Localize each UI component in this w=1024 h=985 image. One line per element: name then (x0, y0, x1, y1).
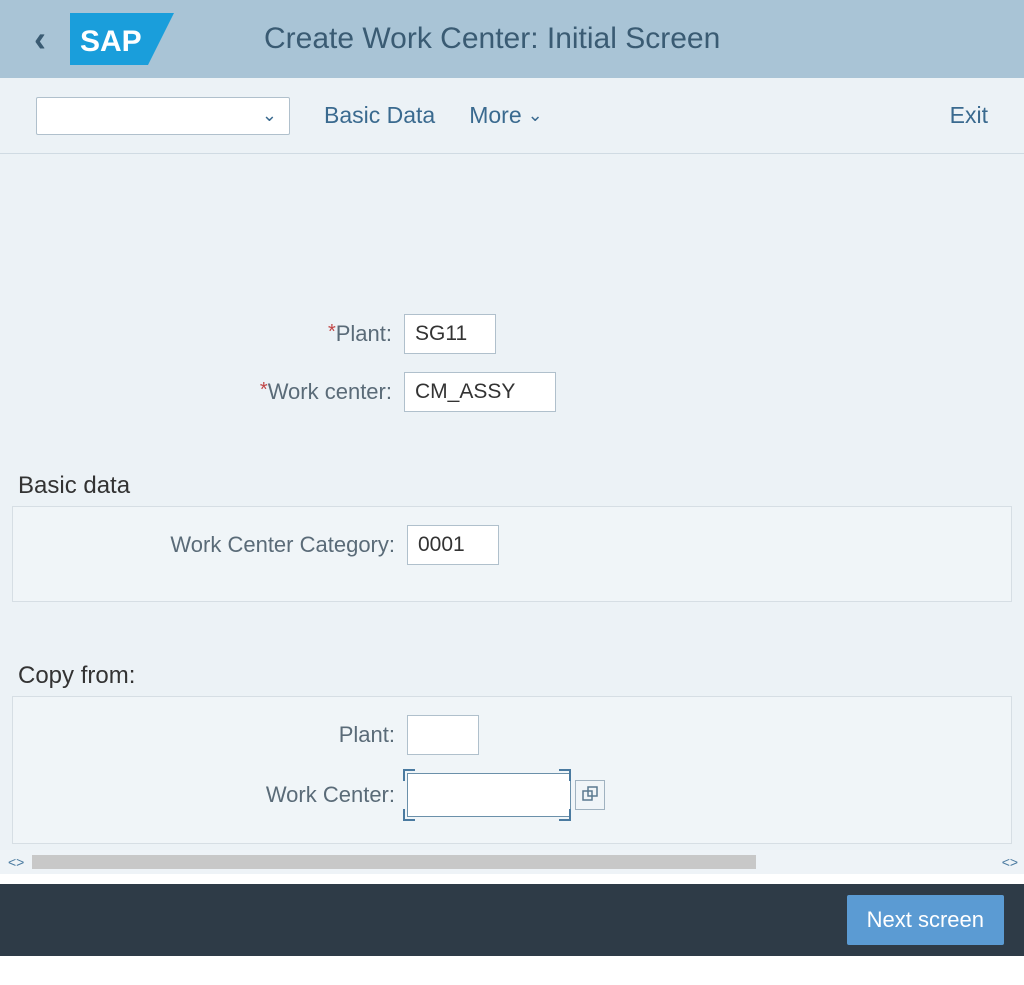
basic-data-button[interactable]: Basic Data (324, 102, 435, 129)
footer-bar: Next screen (0, 884, 1024, 956)
category-label: Work Center Category: (13, 532, 407, 558)
copy-work-center-label: Work Center: (13, 782, 407, 808)
work-center-input[interactable] (404, 372, 556, 412)
app-header: ‹ SAP Create Work Center: Initial Screen (0, 0, 1024, 78)
transaction-dropdown[interactable]: ⌄ (36, 97, 290, 135)
basic-data-section: Work Center Category: (12, 506, 1012, 602)
focus-corner (403, 809, 415, 821)
chevron-down-icon: ⌄ (528, 105, 543, 126)
basic-data-section-title: Basic data (18, 472, 1014, 500)
copy-from-section: Plant: Work Center: (12, 696, 1012, 844)
focus-corner (403, 769, 415, 781)
plant-input[interactable] (404, 314, 496, 354)
copy-from-section-title: Copy from: (18, 662, 1014, 690)
value-help-icon (581, 786, 599, 804)
exit-button[interactable]: Exit (950, 102, 988, 129)
category-input[interactable] (407, 525, 499, 565)
work-center-label: *Work center: (10, 379, 404, 405)
copy-work-center-input[interactable] (407, 773, 571, 817)
focus-corner (559, 809, 571, 821)
toolbar: ⌄ Basic Data More ⌄ Exit (0, 78, 1024, 154)
copy-plant-label: Plant: (13, 722, 407, 748)
next-screen-button[interactable]: Next screen (847, 895, 1004, 945)
svg-text:SAP: SAP (80, 25, 142, 58)
sap-logo: SAP (70, 13, 174, 65)
scroll-left-icon[interactable]: < > (8, 854, 22, 870)
page-title: Create Work Center: Initial Screen (264, 22, 996, 56)
content-area: *Plant: *Work center: Basic data Work Ce… (0, 154, 1024, 874)
copy-plant-input[interactable] (407, 715, 479, 755)
scroll-track[interactable] (32, 855, 756, 869)
horizontal-scrollbar[interactable]: < > < > (0, 850, 1024, 874)
back-button[interactable]: ‹ (28, 18, 52, 60)
value-help-button[interactable] (575, 780, 605, 810)
focus-corner (559, 769, 571, 781)
plant-label: *Plant: (10, 321, 404, 347)
more-menu[interactable]: More ⌄ (469, 102, 543, 129)
chevron-down-icon: ⌄ (262, 105, 277, 126)
scroll-right-icon[interactable]: < > (1002, 854, 1016, 870)
